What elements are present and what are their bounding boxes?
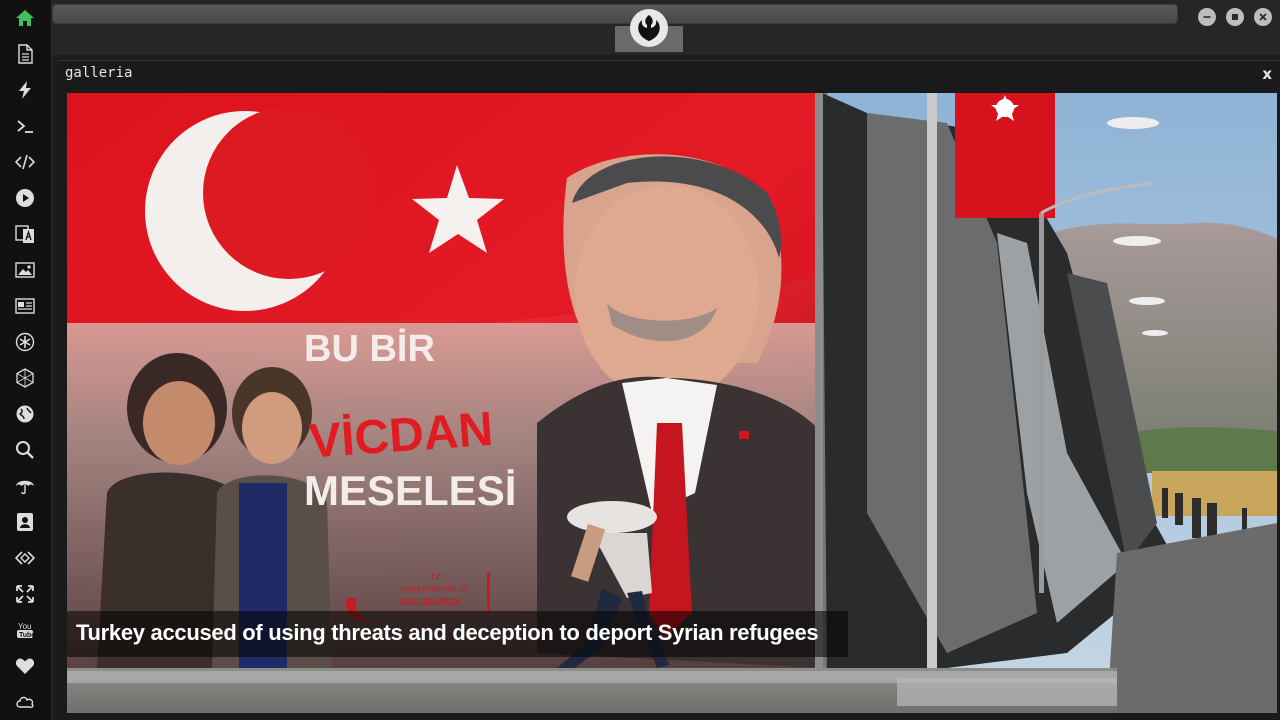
panel-close-button[interactable]: x [1262,65,1272,83]
billboard-small3: GÖÇ İDARESİ [400,597,460,607]
sidebar: You Tube [0,0,52,720]
heart-icon[interactable] [13,654,37,678]
news-icon[interactable] [13,294,37,318]
home-icon[interactable] [13,6,37,30]
code-diamond-icon[interactable] [13,546,37,570]
maximize-button[interactable] [1226,8,1244,26]
billboard-line1: BU BİR [304,328,435,370]
lightning-icon[interactable] [13,78,37,102]
image-caption: Turkey accused of using threats and dece… [76,620,819,645]
translate-icon[interactable] [13,222,37,246]
globe-icon[interactable] [13,402,37,426]
minimize-button[interactable] [1198,8,1216,26]
svg-text:You: You [18,622,32,631]
billboard-small1: T.C. [430,573,444,582]
umbrella-icon[interactable] [13,474,37,498]
billboard-small2: İÇİŞLERİ BAKANLIĞI [400,584,468,593]
address-bar[interactable] [52,4,1178,24]
asterisk-icon[interactable] [13,330,37,354]
youtube-icon[interactable]: You Tube [13,618,37,642]
close-window-button[interactable] [1254,8,1272,26]
panel-title: galleria [65,65,133,81]
document-icon[interactable] [13,42,37,66]
image-icon[interactable] [13,258,37,282]
cloud-icon[interactable] [13,690,37,714]
expand-icon[interactable] [13,582,37,606]
play-icon[interactable] [13,186,37,210]
svg-text:Tube: Tube [19,632,35,639]
terminal-icon[interactable] [13,114,37,138]
rebel-alliance-icon[interactable] [630,9,668,47]
search-icon[interactable] [13,438,37,462]
hexagon-icon[interactable] [13,366,37,390]
billboard-line3: MESELESİ [304,467,516,514]
contact-icon[interactable] [13,510,37,534]
code-icon[interactable] [13,150,37,174]
